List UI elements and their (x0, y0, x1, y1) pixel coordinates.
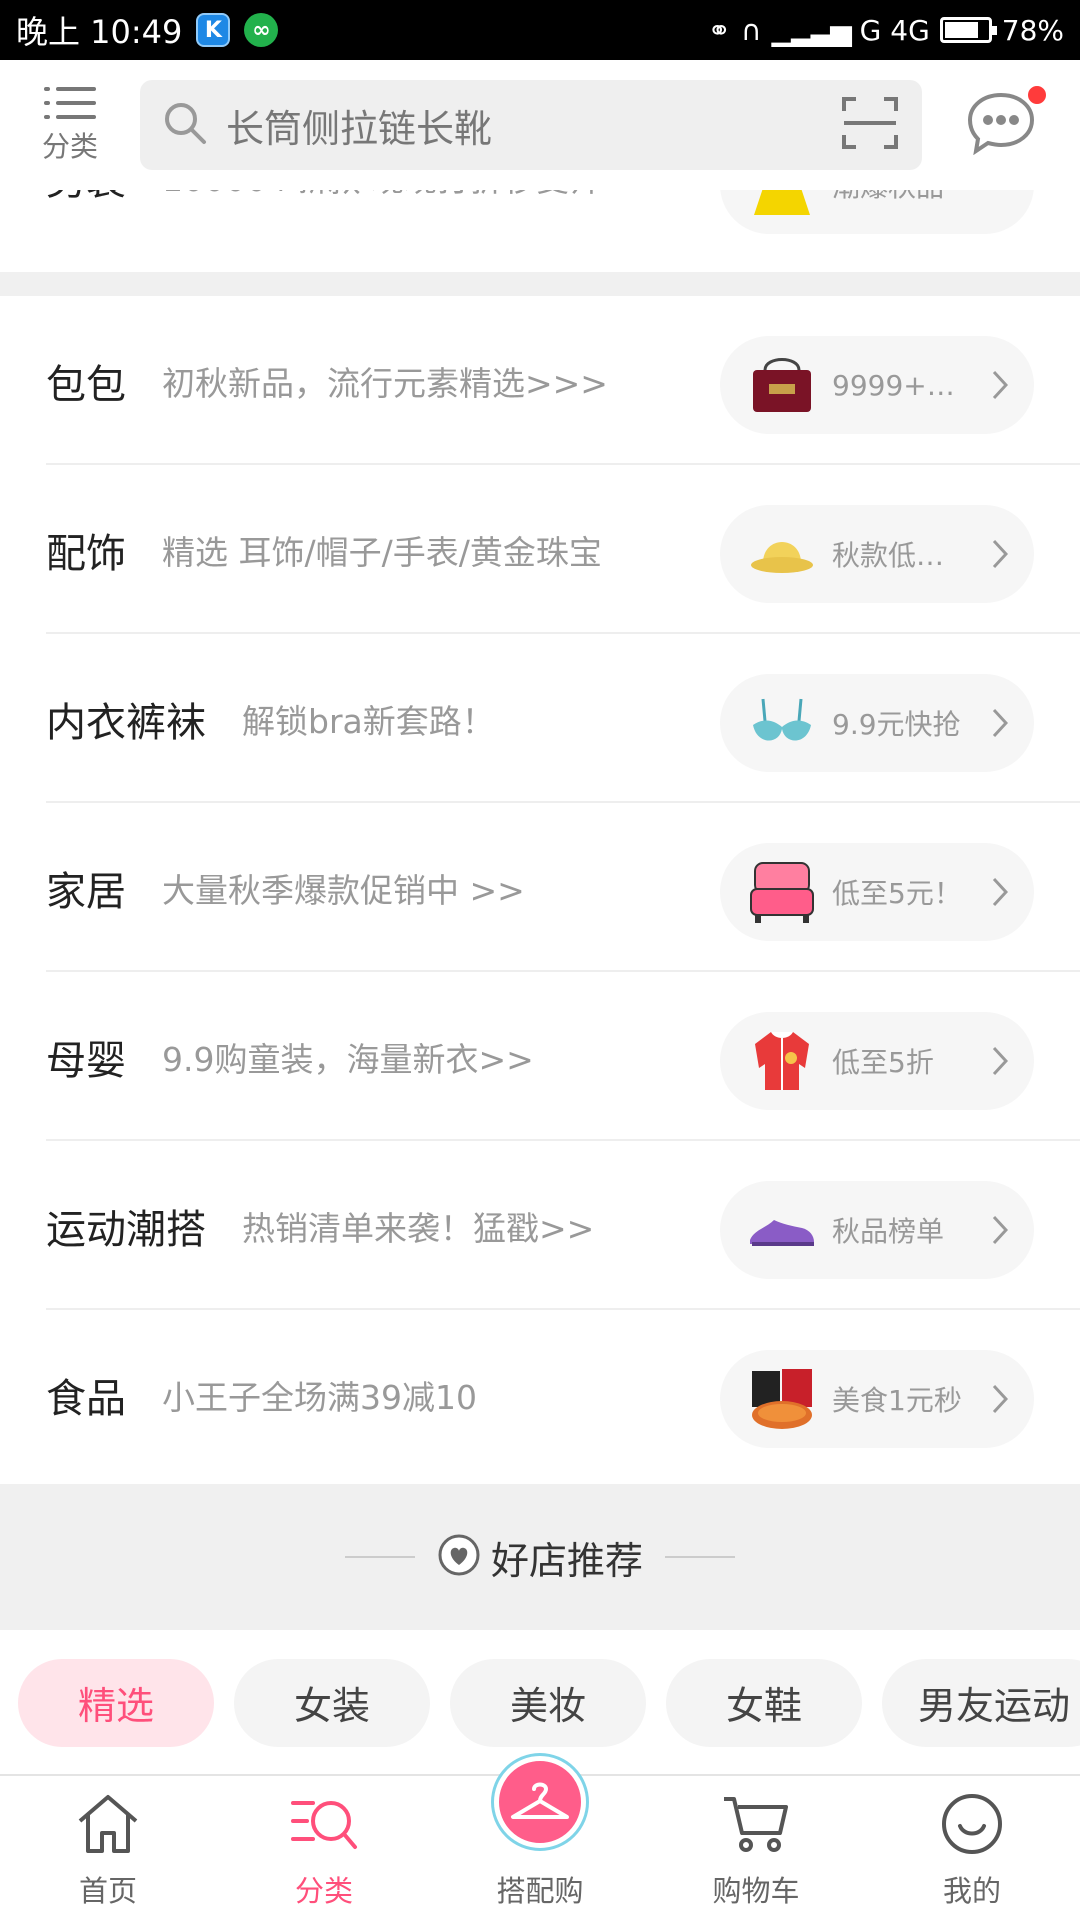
category-name: 包包 (46, 361, 126, 408)
kids-jacket-icon (748, 1027, 816, 1095)
chevron-right-icon (992, 539, 1009, 573)
nav-label: 购物车 (712, 1874, 800, 1908)
chevron-right-icon (992, 877, 1009, 911)
category-row-home[interactable]: 家居 大量秋季爆款促销中 >> 低至5元！ (0, 803, 1080, 972)
nav-outfit[interactable]: 搭配购 (432, 1756, 648, 1920)
category-desc: 热销清单来袭！猛戳>> (242, 1208, 595, 1248)
category-name: 配饰 (46, 530, 126, 577)
category-row-baby[interactable]: 母婴 9.9购童装，海量新衣>> 低至5折 (0, 972, 1080, 1141)
shop-tab-shoes[interactable]: 女鞋 (666, 1658, 862, 1747)
category-row-food[interactable]: 食品 小王子全场满39减10 美食1元秒 (0, 1310, 1080, 1479)
hanger-icon (494, 1756, 586, 1848)
category-desc: 9.9购童装，海量新衣>> (162, 1039, 534, 1079)
promo-pill[interactable]: 低至5元！ (720, 843, 1034, 941)
shop-recommend-header: 好店推荐 (0, 1484, 1080, 1630)
chevron-right-icon (992, 370, 1009, 404)
message-button[interactable] (922, 60, 1080, 190)
category-list: 包包 初秋新品，流行元素精选>>> 9999+… 配饰 精选 耳饰/帽子/手表/… (0, 296, 1080, 1479)
nav-label: 搭配购 (496, 1874, 584, 1908)
promo-pill[interactable]: 9.9元快抢 (720, 674, 1034, 772)
nav-label: 分类 (294, 1874, 353, 1908)
status-time: 晚上 10:49 (16, 13, 183, 51)
heart-icon (437, 1533, 481, 1581)
k-app-icon: K (196, 13, 231, 47)
category-row-bags[interactable]: 包包 初秋新品，流行元素精选>>> 9999+… (0, 296, 1080, 465)
promo-text: 9.9元快抢 (832, 708, 961, 741)
promo-pill[interactable]: 秋款低… (720, 505, 1034, 603)
chevron-right-icon (992, 1384, 1009, 1418)
network-type: G 4G (859, 13, 930, 47)
promo-pill[interactable]: 低至5折 (720, 1012, 1034, 1110)
bag-icon (748, 351, 816, 419)
promo-text: 美食1元秒 (832, 1384, 962, 1417)
battery-icon (939, 17, 997, 43)
category-row-underwear[interactable]: 内衣裤袜 解锁bra新套路！ 9.9元快抢 (0, 634, 1080, 803)
nav-label: 首页 (78, 1874, 137, 1908)
notification-badge (1026, 84, 1048, 106)
category-desc: 初秋新品，流行元素精选>>> (162, 363, 608, 403)
category-row-accessories[interactable]: 配饰 精选 耳饰/帽子/手表/黄金珠宝 秋款低… (0, 465, 1080, 634)
profile-icon (940, 1788, 1004, 1860)
promo-text: 秋品榜单 (832, 1215, 945, 1248)
hat-icon (748, 520, 816, 588)
promo-text: 低至5元！ (832, 877, 962, 910)
nav-category[interactable]: 分类 (216, 1776, 432, 1920)
shop-tab-men-sports[interactable]: 男友运动 (882, 1658, 1080, 1747)
section-divider (0, 272, 1080, 296)
divider (665, 1556, 735, 1558)
bra-icon (748, 689, 816, 757)
category-name: 内衣裤袜 (46, 699, 206, 746)
category-label: 分类 (41, 130, 98, 163)
shop-tab-featured[interactable]: 精选 (18, 1658, 214, 1747)
bed-icon (748, 858, 816, 926)
shop-tab-women[interactable]: 女装 (234, 1658, 430, 1747)
category-name: 家居 (46, 868, 126, 915)
nav-cart[interactable]: 购物车 (648, 1776, 864, 1920)
chat-bubble-icon (966, 91, 1036, 159)
search-icon (162, 100, 208, 150)
headphones-icon: ∩ (741, 13, 762, 47)
top-header: 分类 长筒侧拉链长靴 (0, 60, 1080, 190)
category-desc: 精选 耳饰/帽子/手表/黄金珠宝 (162, 532, 602, 572)
shop-tab-beauty[interactable]: 美妆 (450, 1658, 646, 1747)
promo-text: 低至5折 (832, 1046, 934, 1079)
scan-icon[interactable] (840, 93, 900, 157)
category-menu-button[interactable]: 分类 (0, 85, 140, 165)
divider (344, 1556, 415, 1558)
category-desc: 解锁bra新套路！ (242, 701, 495, 741)
chevron-right-icon (992, 708, 1009, 742)
bottom-nav: 首页 分类 搭配购 购物车 我的 (0, 1756, 1080, 1920)
category-desc: 大量秋季爆款促销中 >> (162, 870, 525, 910)
nav-label: 我的 (942, 1874, 1001, 1908)
promo-text: 秋款低… (832, 539, 945, 572)
cart-icon (722, 1788, 790, 1860)
category-row-sports[interactable]: 运动潮搭 热销清单来袭！猛戳>> 秋品榜单 (0, 1141, 1080, 1310)
promo-text: 9999+… (832, 368, 955, 402)
category-name: 母婴 (46, 1037, 126, 1084)
shop-tabs: 精选 女装 美妆 女鞋 男友运动 (0, 1630, 1080, 1775)
promo-pill[interactable]: 秋品榜单 (720, 1181, 1034, 1279)
status-bar: 晚上 10:49 K ∞ ⚭ ∩ ▁▂▃▅ G 4G 78% (0, 0, 1080, 60)
chevron-right-icon (992, 1215, 1009, 1249)
search-input[interactable]: 长筒侧拉链长靴 (140, 80, 922, 170)
category-name: 食品 (46, 1375, 126, 1422)
category-name: 运动潮搭 (46, 1206, 206, 1253)
wechat-app-icon: ∞ (244, 13, 279, 47)
search-placeholder: 长筒侧拉链长靴 (226, 106, 493, 151)
menu-icon (44, 85, 96, 121)
signal-icon: ▁▂▃▅ (771, 13, 852, 47)
nav-profile[interactable]: 我的 (864, 1776, 1080, 1920)
chevron-right-icon (992, 1046, 1009, 1080)
battery-percent: 78% (1001, 13, 1064, 47)
category-search-icon (289, 1788, 359, 1860)
sneaker-icon (748, 1196, 816, 1264)
shop-section-title: 好店推荐 (490, 1538, 643, 1583)
promo-pill[interactable]: 9999+… (720, 336, 1034, 434)
promo-pill[interactable]: 美食1元秒 (720, 1350, 1034, 1448)
category-desc: 小王子全场满39减10 (162, 1377, 477, 1417)
snack-icon (748, 1365, 816, 1433)
home-icon (76, 1788, 140, 1860)
link-icon: ⚭ (707, 13, 732, 47)
nav-home[interactable]: 首页 (0, 1776, 216, 1920)
